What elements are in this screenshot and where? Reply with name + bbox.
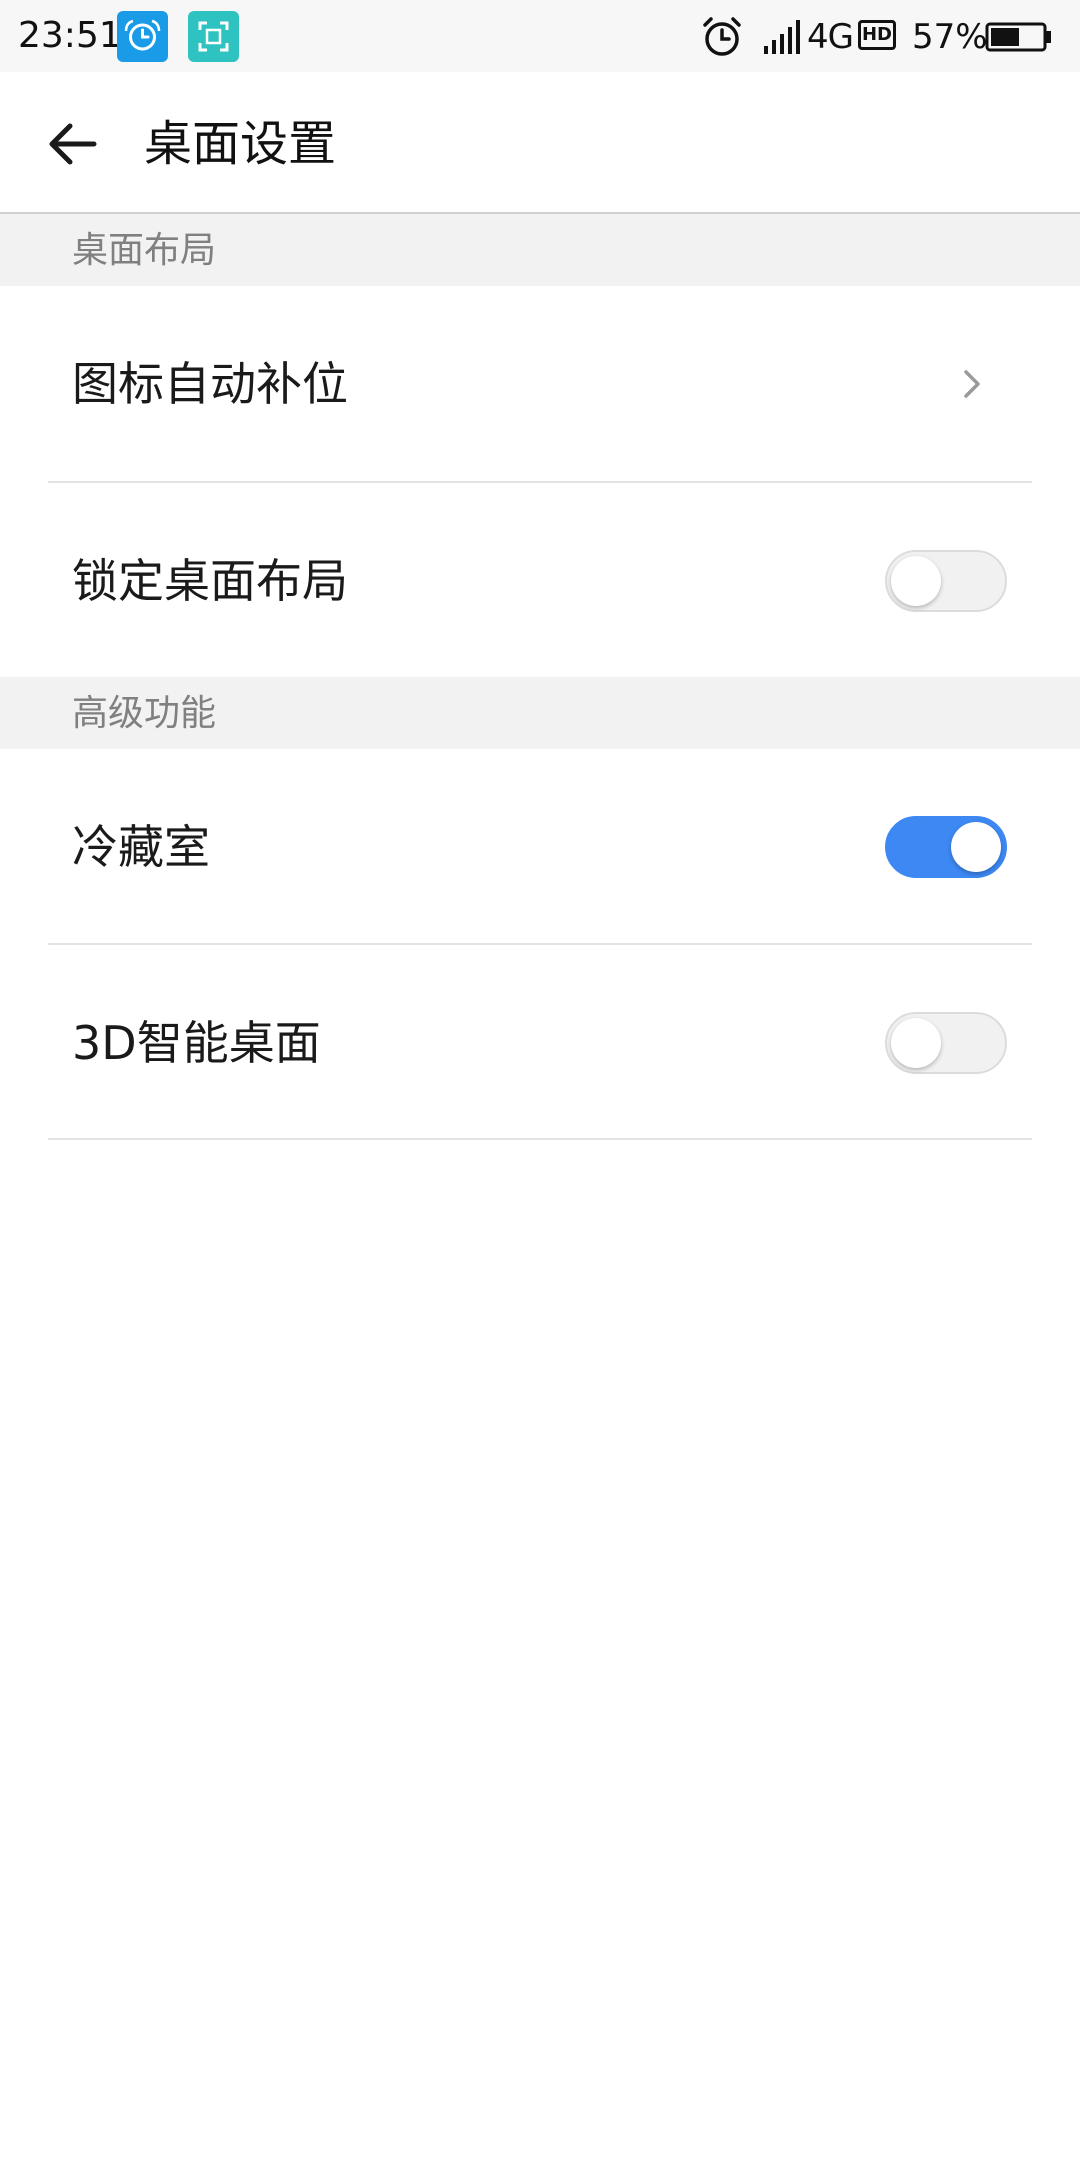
toggle-knob: [891, 556, 941, 606]
hd-badge: HD: [858, 20, 896, 50]
battery-percent: 57%: [912, 17, 988, 57]
battery-icon: [985, 22, 1053, 56]
chevron-right-icon: [960, 366, 984, 406]
arrow-left-icon: [49, 123, 97, 165]
setting-row-icon-auto-fill[interactable]: 图标自动补位: [0, 286, 1080, 480]
setting-label: 冷藏室: [72, 820, 210, 874]
setting-label: 图标自动补位: [72, 357, 348, 411]
back-button[interactable]: [36, 112, 108, 176]
clock-app-icon: [117, 11, 168, 62]
signal-bars-icon: [764, 18, 806, 58]
setting-row-3d-desktop: 3D智能桌面: [0, 945, 1080, 1139]
setting-label: 锁定桌面布局: [72, 554, 348, 608]
alarm-clock-icon: [700, 15, 744, 63]
status-bar: 23:51 4G HD 57%: [0, 0, 1080, 72]
setting-row-freezer: 冷藏室: [0, 749, 1080, 943]
network-type-label: 4G: [807, 17, 854, 57]
divider: [48, 1138, 1032, 1140]
section-header-desktop-layout: 桌面布局: [0, 214, 1080, 286]
status-time: 23:51: [18, 15, 122, 56]
app-bar: 桌面设置: [0, 72, 1080, 214]
section-header-label: 高级功能: [72, 693, 217, 734]
section-header-advanced: 高级功能: [0, 677, 1080, 749]
setting-row-lock-layout: 锁定桌面布局: [0, 483, 1080, 677]
3d-desktop-toggle[interactable]: [885, 1012, 1007, 1074]
freezer-toggle[interactable]: [885, 816, 1007, 878]
toggle-knob: [951, 822, 1001, 872]
toggle-knob: [891, 1018, 941, 1068]
setting-label: 3D智能桌面: [72, 1016, 321, 1070]
lock-layout-toggle[interactable]: [885, 550, 1007, 612]
page-title: 桌面设置: [144, 116, 337, 172]
screenshot-app-icon: [188, 11, 239, 62]
section-header-label: 桌面布局: [72, 230, 217, 271]
